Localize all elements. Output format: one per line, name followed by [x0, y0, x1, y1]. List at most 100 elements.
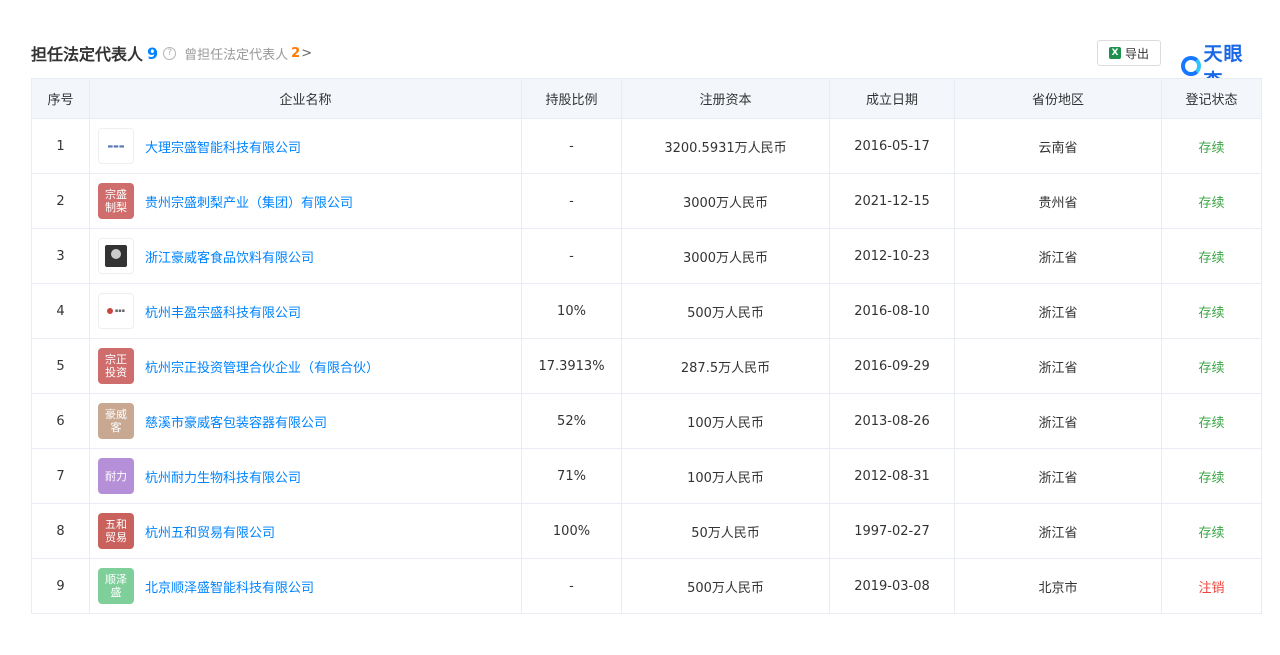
company-logo[interactable]: 五和 贸易 — [98, 513, 134, 549]
registered-capital: 3200.5931万人民币 — [621, 118, 830, 174]
registered-capital: 100万人民币 — [621, 393, 830, 449]
company-logo-text: 宗盛 制梨 — [105, 188, 127, 214]
portrait-icon — [105, 245, 127, 267]
company-cell: 浙江豪威客食品饮料有限公司 — [89, 228, 522, 284]
company-logo-text: 宗正 投资 — [105, 353, 127, 379]
company-cell: 五和 贸易 杭州五和贸易有限公司 — [89, 503, 522, 559]
company-info: 宗正 投资 杭州宗正投资管理合伙企业（有限合伙） — [98, 348, 521, 384]
company-cell: 耐力 杭州耐力生物科技有限公司 — [89, 448, 522, 504]
company-logo[interactable]: 豪威 客 — [98, 403, 134, 439]
table-row: 1 ▬▬▬ 大理宗盛智能科技有限公司 -3200.5931万人民币 2016-05-17… — [31, 118, 1262, 174]
province: 浙江省 — [954, 283, 1162, 339]
col-header-company: 企业名称 — [89, 78, 522, 119]
established-date: 2012-10-23 — [829, 228, 955, 284]
status-badge: 存续 — [1161, 503, 1262, 559]
established-date: 2021-12-15 — [829, 173, 955, 229]
company-info: ▬▬▬ 大理宗盛智能科技有限公司 — [98, 128, 521, 164]
company-cell: ▬▬▬ 大理宗盛智能科技有限公司 — [89, 118, 522, 174]
row-index: 1 — [31, 118, 90, 174]
status-badge: 存续 — [1161, 283, 1262, 339]
province: 浙江省 — [954, 393, 1162, 449]
status-badge: 存续 — [1161, 173, 1262, 229]
company-cell: 豪威 客慈溪市豪威客包装容器有限公司 — [89, 393, 522, 449]
company-info: 豪威 客慈溪市豪威客包装容器有限公司 — [98, 403, 521, 439]
company-cell: 宗正 投资 杭州宗正投资管理合伙企业（有限合伙） — [89, 338, 522, 394]
company-logo-text: 五和 贸易 — [105, 518, 127, 544]
dot-icon — [106, 308, 113, 314]
status-badge: 存续 — [1161, 393, 1262, 449]
company-name-link[interactable]: 杭州耐力生物科技有限公司 — [145, 467, 301, 486]
company-logo[interactable] — [98, 238, 134, 274]
established-date: 2019-03-08 — [829, 558, 955, 614]
col-header-province: 省份地区 — [954, 78, 1162, 119]
export-label: 导出 — [1124, 46, 1149, 61]
province: 浙江省 — [954, 448, 1162, 504]
table-row: 5 宗正 投资 杭州宗正投资管理合伙企业（有限合伙） 17.3913% 287.5万人民… — [31, 338, 1262, 394]
status-badge: 存续 — [1161, 448, 1262, 504]
row-index: 9 — [31, 558, 90, 614]
established-date: 2016-08-10 — [829, 283, 955, 339]
company-cell: ▪▪▪ 杭州丰盈宗盛科技有限公司 — [89, 283, 522, 339]
company-logo[interactable]: 顺泽 盛 — [98, 568, 134, 604]
col-header-share: 持股比例 — [521, 78, 622, 119]
share-ratio: - — [521, 558, 622, 614]
status-badge: 存续 — [1161, 338, 1262, 394]
section-header: 担任法定代表人 9 ? 曾担任法定代表人 2 > X 导出 天眼查 — [31, 40, 1261, 92]
table-row: 7 耐力 杭州耐力生物科技有限公司 71% 100万人民币 2012-08-31 浙江省 存续 — [31, 448, 1262, 504]
tianyancha-logo-icon — [1181, 56, 1201, 76]
company-info: 宗盛 制梨 贵州宗盛刺梨产业（集团）有限公司 — [98, 183, 521, 219]
registered-capital: 3000万人民币 — [621, 228, 830, 284]
chevron-right-icon[interactable]: > — [301, 46, 312, 61]
company-name-link[interactable]: 北京顺泽盛智能科技有限公司 — [145, 577, 314, 596]
company-info: 五和 贸易 杭州五和贸易有限公司 — [98, 513, 521, 549]
legal-rep-section: 担任法定代表人 9 ? 曾担任法定代表人 2 > X 导出 天眼查 — [31, 40, 1262, 614]
established-date: 2016-05-17 — [829, 118, 955, 174]
company-logo[interactable]: ▪▪▪ — [98, 293, 134, 329]
table-row: 9 顺泽 盛北京顺泽盛智能科技有限公司 -500万人民币 2019-03-08 北京市注… — [31, 558, 1262, 614]
company-logo-text: 耐力 — [105, 469, 127, 483]
company-name-link[interactable]: 杭州五和贸易有限公司 — [145, 522, 275, 541]
company-name-link[interactable]: 杭州丰盈宗盛科技有限公司 — [145, 302, 301, 321]
company-name-link[interactable]: 杭州宗正投资管理合伙企业（有限合伙） — [145, 357, 379, 376]
company-logo-mark: ▬▬▬ — [107, 142, 125, 150]
former-legal-rep-link[interactable]: 曾担任法定代表人 — [184, 44, 288, 63]
company-name-link[interactable]: 大理宗盛智能科技有限公司 — [145, 137, 301, 156]
company-logo[interactable]: 宗盛 制梨 — [98, 183, 134, 219]
province: 云南省 — [954, 118, 1162, 174]
company-logo[interactable]: 宗正 投资 — [98, 348, 134, 384]
company-name-link[interactable]: 慈溪市豪威客包装容器有限公司 — [145, 412, 327, 431]
former-legal-rep-count[interactable]: 2 — [291, 46, 300, 61]
company-logo[interactable]: ▬▬▬ — [98, 128, 134, 164]
share-ratio: 52% — [521, 393, 622, 449]
table-row: 3 浙江豪威客食品饮料有限公司 -3000万人民币 2012-10-23 浙江省 存续 — [31, 228, 1262, 284]
province: 贵州省 — [954, 173, 1162, 229]
company-name-link[interactable]: 贵州宗盛刺梨产业（集团）有限公司 — [145, 192, 353, 211]
company-name-link[interactable]: 浙江豪威客食品饮料有限公司 — [145, 247, 314, 266]
share-ratio: 10% — [521, 283, 622, 339]
col-header-capital: 注册资本 — [621, 78, 830, 119]
share-ratio: - — [521, 173, 622, 229]
province: 浙江省 — [954, 228, 1162, 284]
share-ratio: 71% — [521, 448, 622, 504]
established-date: 2013-08-26 — [829, 393, 955, 449]
col-header-status: 登记状态 — [1161, 78, 1262, 119]
company-logo-mark: ▪▪▪ — [114, 307, 126, 314]
help-icon[interactable]: ? — [163, 46, 177, 60]
table-row: 2 宗盛 制梨 贵州宗盛刺梨产业（集团）有限公司 -3000万人民币 2021-12-1… — [31, 173, 1262, 229]
registered-capital: 50万人民币 — [621, 503, 830, 559]
col-header-date: 成立日期 — [829, 78, 955, 119]
company-table: 序号 企业名称 持股比例 注册资本 成立日期 省份地区 登记状态 1 ▬▬▬ 大理宗… — [31, 78, 1262, 614]
row-index: 3 — [31, 228, 90, 284]
share-ratio: 100% — [521, 503, 622, 559]
province: 浙江省 — [954, 503, 1162, 559]
section-title: 担任法定代表人 — [31, 45, 144, 64]
registered-capital: 500万人民币 — [621, 283, 830, 339]
established-date: 1997-02-27 — [829, 503, 955, 559]
export-button[interactable]: X 导出 — [1097, 40, 1161, 66]
share-ratio: - — [521, 228, 622, 284]
company-info: 顺泽 盛北京顺泽盛智能科技有限公司 — [98, 568, 521, 604]
table-row: 6 豪威 客慈溪市豪威客包装容器有限公司 52% 100万人民币 2013-08-26 浙… — [31, 393, 1262, 449]
registered-capital: 287.5万人民币 — [621, 338, 830, 394]
status-badge: 存续 — [1161, 228, 1262, 284]
company-logo[interactable]: 耐力 — [98, 458, 134, 494]
